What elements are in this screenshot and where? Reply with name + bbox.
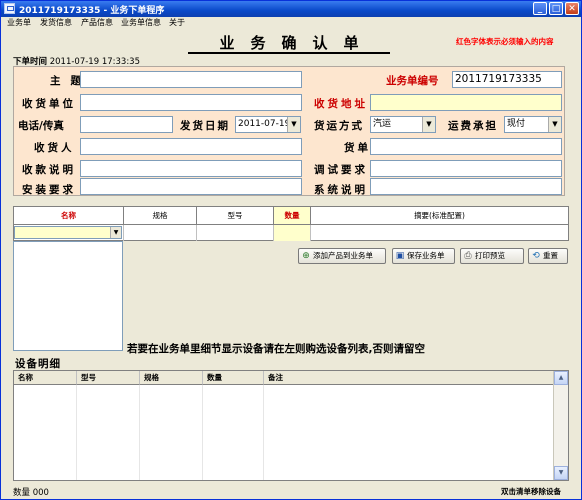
app-icon [4,3,15,14]
shipping-method-value: 汽运 [373,119,392,129]
freight-bearer-select[interactable]: 现付 ▼ [504,116,562,133]
shipping-method-select[interactable]: 汽运 ▼ [370,116,436,133]
receiver-unit-input[interactable] [80,94,302,111]
col-name[interactable]: 名称 [14,207,124,225]
ship-date-picker[interactable]: 2011-07-19 ▼ [235,116,301,133]
name-cell[interactable]: ▼ [14,225,124,241]
subject-input[interactable] [80,71,302,88]
add-product-button[interactable]: ⊕ 添加产品到业务单 [298,248,386,264]
chevron-down-icon[interactable]: ▼ [287,117,300,132]
col-quantity[interactable]: 数量 [274,207,311,225]
save-order-label: 保存业务单 [407,251,445,260]
vertical-scrollbar[interactable]: ▲ ▼ [553,371,568,480]
column-divider [76,385,77,480]
spec-cell[interactable] [124,225,197,241]
eq-col-model[interactable]: 型号 [77,371,140,385]
reset-button[interactable]: ⟲ 重置 [528,248,568,264]
equipment-section-title: 设备明细 [15,358,61,370]
eq-col-spec[interactable]: 规格 [140,371,203,385]
install-req-input[interactable] [80,178,302,195]
close-icon[interactable]: ✕ [565,2,579,15]
menu-shipping-info[interactable]: 发货信息 [40,17,72,29]
debug-req-label: 调试要求 [314,164,368,176]
scroll-down-icon[interactable]: ▼ [554,466,568,480]
title-bar[interactable]: 2011719173335 - 业务下单程序 _ □ ✕ [1,1,581,17]
menu-order-info[interactable]: 业务单信息 [121,17,161,29]
quantity-cell[interactable] [274,225,311,241]
order-no-input[interactable]: 2011719173335 [452,71,562,88]
maximize-icon[interactable]: □ [549,2,563,15]
consignee-label: 收货人 [34,142,75,154]
count-label: 数量 [13,488,31,498]
product-grid[interactable]: 名称 规格 型号 数量 摘要(标准配置) ▼ [13,206,569,241]
waybill-input[interactable] [370,138,562,155]
install-req-label: 安装要求 [22,184,76,196]
chevron-down-icon[interactable]: ▼ [110,227,121,238]
ship-date-value: 2011-07-19 [238,119,291,129]
menu-bar: 业务单 发货信息 产品信息 业务单信息 关于 [1,17,581,29]
summary-cell[interactable] [311,225,568,241]
scroll-up-icon[interactable]: ▲ [554,371,568,385]
count-value: 000 [32,488,49,498]
equipment-note: 若要在业务单里细节显示设备请在左则购选设备列表,否则请留空 [127,343,425,355]
debug-req-input[interactable] [370,160,562,177]
chevron-down-icon[interactable]: ▼ [548,117,561,132]
phone-fax-input[interactable] [80,116,173,133]
freight-bearer-label: 运费承担 [448,120,498,132]
product-name-select[interactable]: ▼ [14,226,122,239]
required-hint: 红色字体表示必须输入的内容 [456,37,554,46]
model-cell[interactable] [197,225,274,241]
phone-fax-label: 电话/传真 [18,120,64,132]
eq-col-quantity[interactable]: 数量 [203,371,264,385]
menu-order[interactable]: 业务单 [7,17,31,29]
page-title: 业务确认单 [188,32,390,54]
payment-note-label: 收款说明 [22,164,76,176]
reset-icon: ⟲ [532,251,540,261]
column-divider [263,385,264,480]
menu-about[interactable]: 关于 [169,17,185,29]
order-form: 主题 业务单编号 2011719173335 收货单位 收货地址 电话/传真 发… [13,66,565,196]
app-window: 2011719173335 - 业务下单程序 _ □ ✕ 业务单 发货信息 产品… [0,0,582,500]
order-no-label: 业务单编号 [386,75,439,87]
receiver-address-input[interactable] [370,94,562,111]
payment-note-input[interactable] [80,160,302,177]
system-note-input[interactable] [370,178,562,195]
chevron-down-icon[interactable]: ▼ [422,117,435,132]
window-title: 2011719173335 - 业务下单程序 [19,6,165,16]
minimize-icon[interactable]: _ [533,2,547,15]
print-preview-label: 打印预览 [475,251,505,260]
add-product-label: 添加产品到业务单 [313,251,373,260]
col-summary[interactable]: 摘要(标准配置) [311,207,568,225]
save-order-button[interactable]: ▣ 保存业务单 [392,248,455,264]
equipment-select-list[interactable] [13,241,123,351]
column-divider [139,385,140,480]
receiver-address-label: 收货地址 [314,98,368,110]
menu-product-info[interactable]: 产品信息 [81,17,113,29]
eq-col-note[interactable]: 备注 [264,371,554,385]
reset-label: 重置 [543,251,558,260]
shipping-method-label: 货运方式 [314,120,364,132]
remove-hint: 双击清单移除设备 [501,487,561,496]
ship-date-label: 发货日期 [180,120,230,132]
system-note-label: 系统说明 [314,184,368,196]
receiver-unit-label: 收货单位 [22,98,76,110]
save-icon: ▣ [395,251,405,261]
col-model[interactable]: 型号 [197,207,274,225]
add-product-icon: ⊕ [302,251,310,261]
print-preview-button[interactable]: ⎙ 打印预览 [460,248,524,264]
eq-col-name[interactable]: 名称 [14,371,77,385]
column-divider [202,385,203,480]
freight-bearer-value: 现付 [507,119,526,129]
consignee-input[interactable] [80,138,302,155]
waybill-label: 货单 [344,142,371,154]
count-status: 数量 000 [13,486,49,498]
equipment-detail-list[interactable]: 名称 型号 规格 数量 备注 ▲ ▼ [13,370,569,481]
print-preview-icon: ⎙ [464,251,472,261]
col-spec[interactable]: 规格 [124,207,197,225]
